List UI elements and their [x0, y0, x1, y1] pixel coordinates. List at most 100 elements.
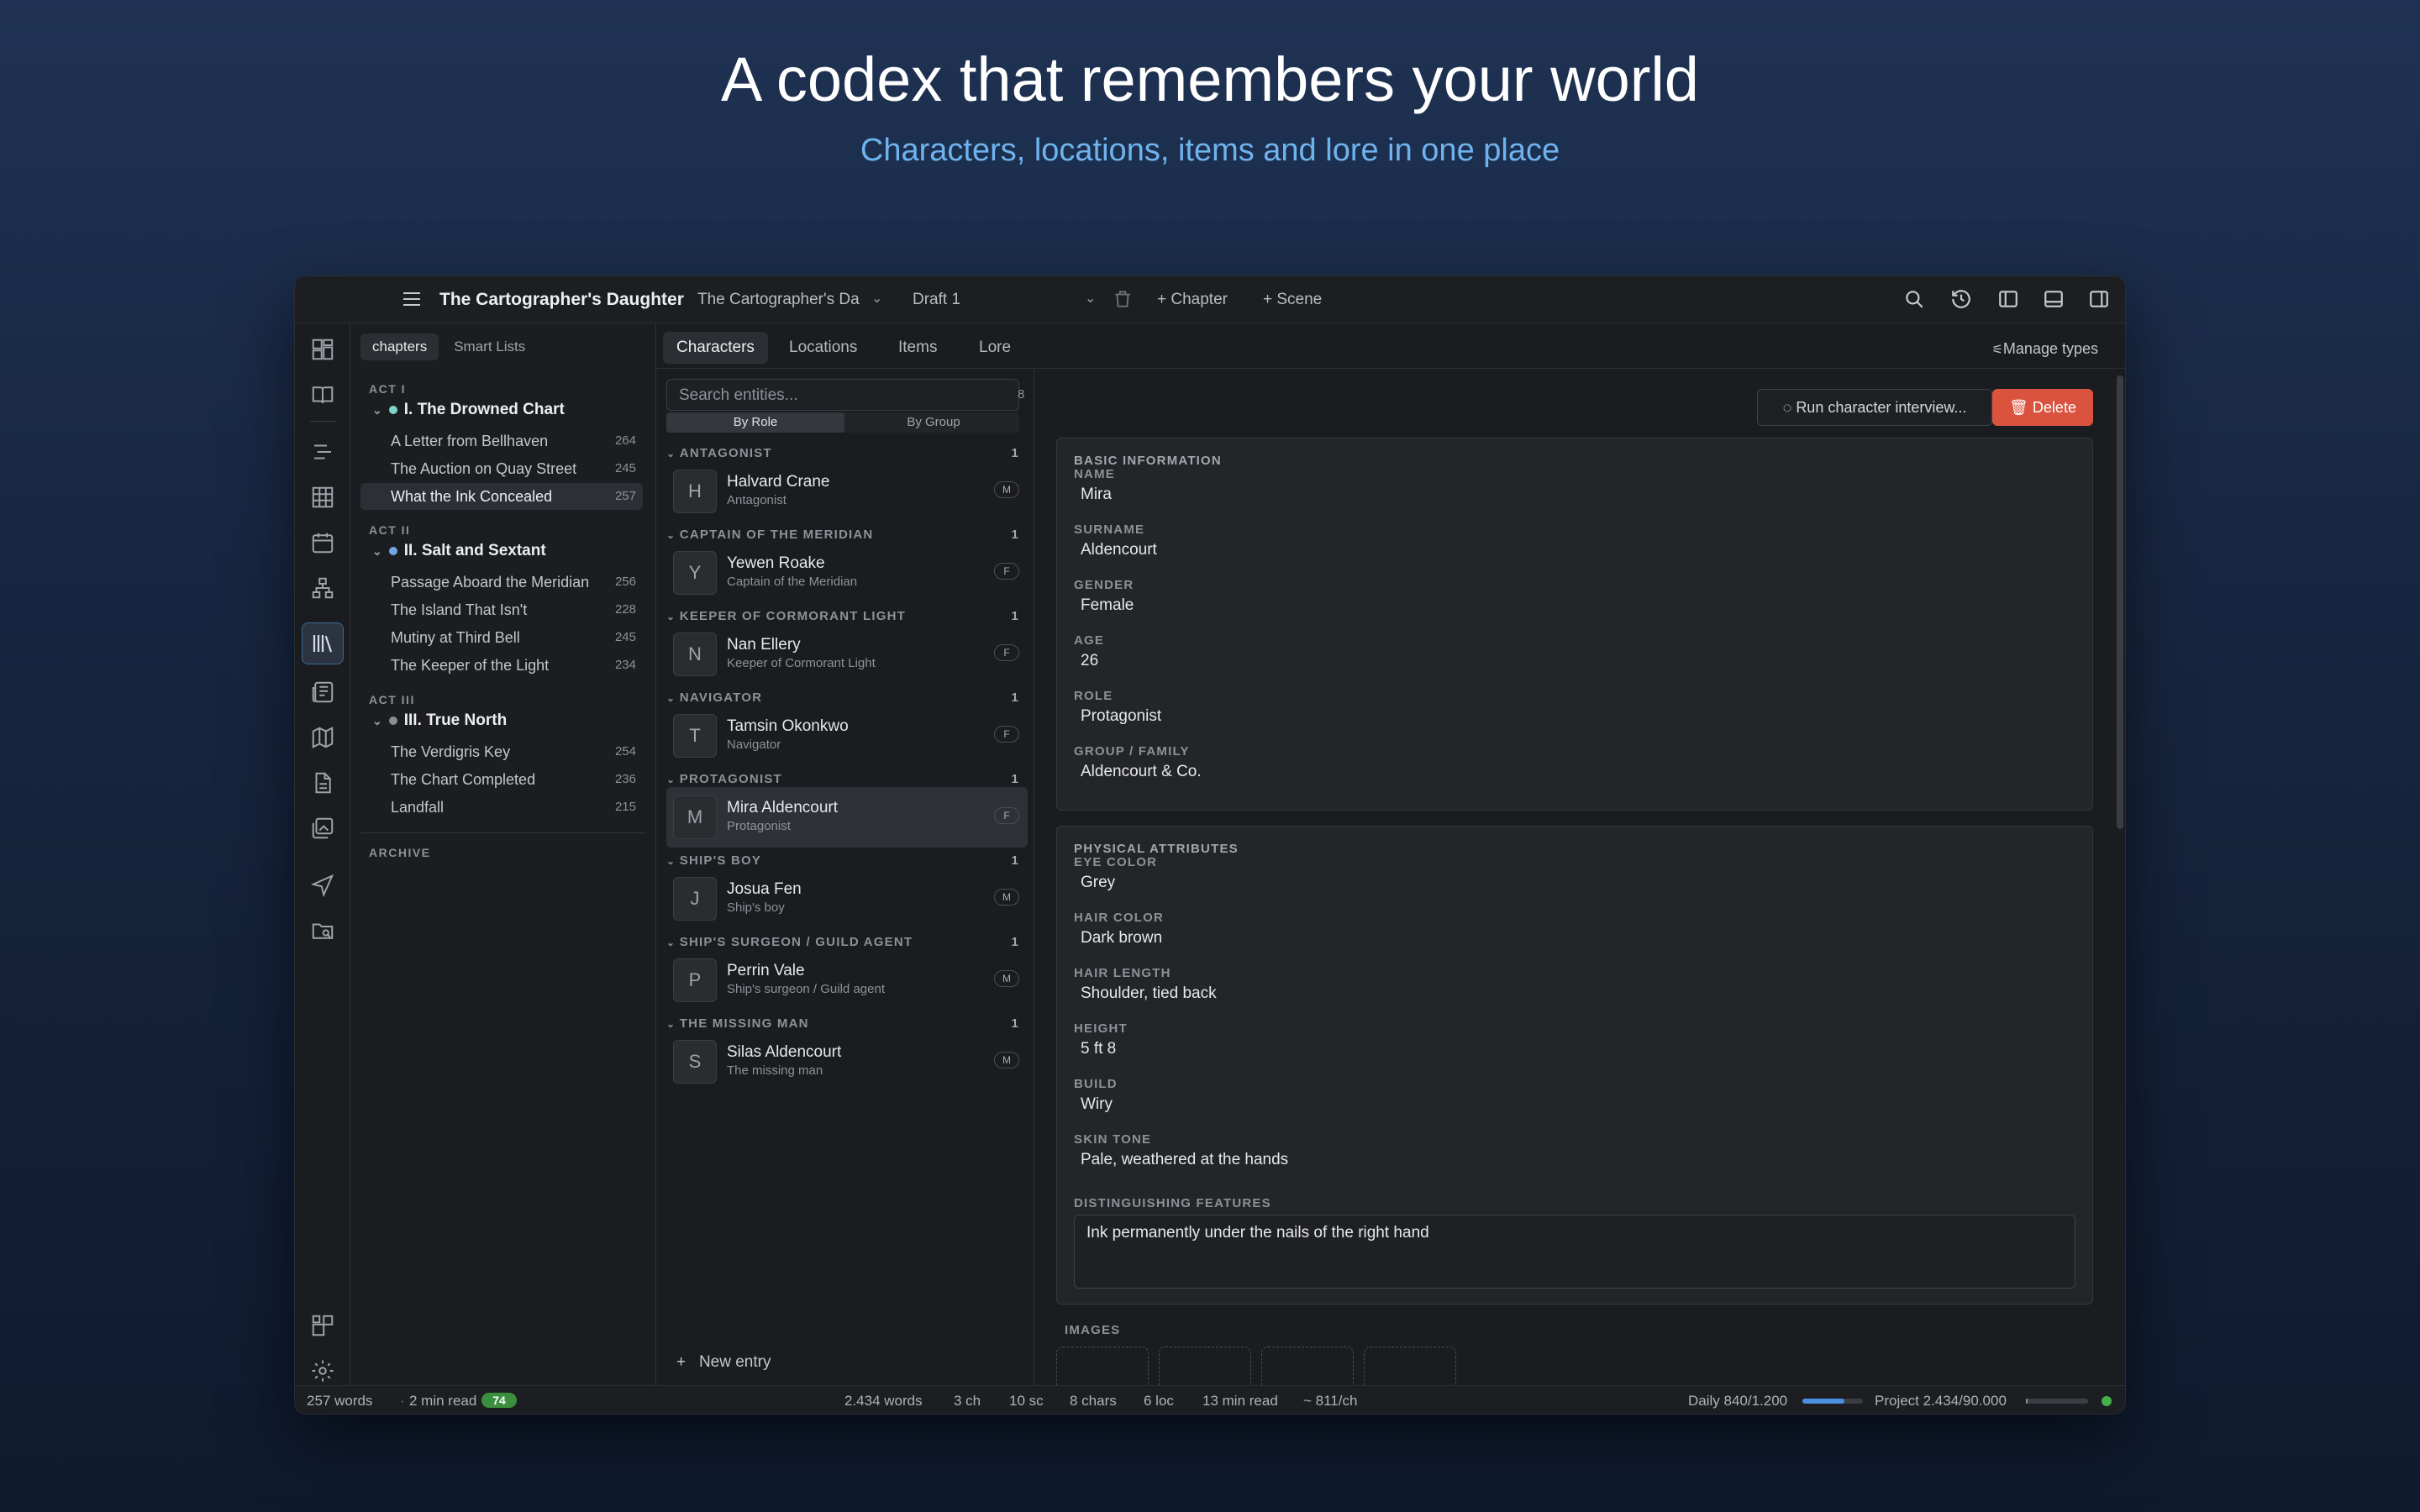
field-value[interactable]: Wiry [1081, 1095, 1113, 1114]
field-value[interactable]: Pale, weathered at the hands [1081, 1151, 1288, 1169]
add-image-slot[interactable] [1159, 1347, 1251, 1385]
calendar-icon[interactable] [310, 530, 335, 555]
folder-search-icon[interactable] [310, 918, 335, 943]
group-header[interactable]: ⌄ SHIP'S SURGEON / GUILD AGENT 1 [666, 935, 1019, 949]
group-header[interactable]: ⌄ ANTAGONIST 1 [666, 446, 1019, 460]
add-image-slot[interactable] [1056, 1347, 1149, 1385]
group-header[interactable]: ⌄ KEEPER OF CORMORANT LIGHT 1 [666, 609, 1019, 623]
field-value[interactable]: 26 [1081, 652, 1098, 670]
chevron-down-icon[interactable]: ⌄ [372, 403, 382, 417]
send-icon[interactable] [310, 873, 335, 898]
chapter-heading[interactable]: ⌄ II. Salt and Sextant [372, 542, 546, 560]
menu-icon[interactable] [401, 288, 423, 310]
document-icon[interactable] [310, 770, 335, 795]
chevron-down-icon[interactable]: ⌄ [666, 855, 680, 867]
chapter-heading[interactable]: ⌄ I. The Drowned Chart [372, 401, 565, 419]
trash-icon[interactable] [1112, 288, 1134, 310]
scene-item[interactable]: The Verdigris Key 254 [360, 738, 643, 765]
grid-icon[interactable] [310, 485, 335, 510]
entity-item[interactable]: M Mira Aldencourt Protagonist F [666, 787, 1028, 848]
scene-item[interactable]: Mutiny at Third Bell 245 [360, 624, 643, 651]
tab-locations[interactable]: Locations [776, 332, 871, 364]
paste-image-slot[interactable] [1261, 1347, 1354, 1385]
hierarchy-icon[interactable] [310, 575, 335, 601]
group-header[interactable]: ⌄ SHIP'S BOY 1 [666, 853, 1019, 868]
draft-select[interactable]: Draft 1 [913, 291, 960, 309]
new-entry-button[interactable]: + New entry [676, 1353, 771, 1372]
by-role-button[interactable]: By Role [666, 412, 844, 433]
group-header[interactable]: ⌄ PROTAGONIST 1 [666, 772, 1019, 786]
gallery-icon[interactable] [310, 816, 335, 841]
chevron-down-icon[interactable]: ⌄ [372, 714, 382, 728]
chevron-down-icon[interactable]: ⌄ [666, 692, 680, 704]
entity-item[interactable]: N Nan Ellery Keeper of Cormorant Light F [666, 624, 1028, 685]
field-value[interactable]: Female [1081, 596, 1134, 615]
search-input[interactable]: Search entities... [666, 379, 1019, 411]
scene-item[interactable]: The Keeper of the Light 234 [360, 652, 643, 679]
chevron-down-icon[interactable]: ⌄ [666, 1018, 680, 1030]
chevron-down-icon[interactable]: ⌄ [871, 290, 882, 307]
tab-chapters[interactable]: chapters [360, 333, 439, 360]
entity-item[interactable]: J Josua Fen Ship's boy M [666, 869, 1028, 929]
by-group-button[interactable]: By Group [844, 412, 1023, 433]
delete-button[interactable]: 🗑 Delete [1992, 389, 2093, 426]
scene-item-active[interactable]: What the Ink Concealed 257 [360, 483, 643, 510]
group-header[interactable]: ⌄ NAVIGATOR 1 [666, 690, 1019, 705]
tab-characters[interactable]: Characters [663, 332, 768, 364]
chevron-down-icon[interactable]: ⌄ [666, 529, 680, 541]
newspaper-icon[interactable] [310, 680, 335, 705]
scene-item[interactable]: The Island That Isn't 228 [360, 596, 643, 623]
entity-item[interactable]: P Perrin Vale Ship's surgeon / Guild agent… [666, 950, 1028, 1011]
library-icon[interactable] [310, 631, 335, 656]
scene-item[interactable]: A Letter from Bellhaven 264 [360, 428, 643, 454]
chevron-down-icon[interactable]: ⌄ [372, 544, 382, 559]
chevron-down-icon[interactable]: ⌄ [666, 448, 680, 459]
book-icon[interactable] [310, 382, 335, 407]
settings-icon[interactable] [310, 1358, 335, 1383]
history-icon[interactable] [1950, 288, 1972, 310]
dashboard-icon[interactable] [310, 337, 335, 362]
field-value[interactable]: Aldencourt [1081, 541, 1157, 559]
add-chapter-button[interactable]: + Chapter [1157, 291, 1228, 309]
chevron-down-icon[interactable]: ⌄ [1085, 290, 1096, 307]
tab-items[interactable]: Items [885, 332, 950, 364]
run-interview-button[interactable]: ◌ Run character interview... [1757, 389, 1992, 426]
manage-types-button[interactable]: ⚟Manage types [1991, 340, 2098, 358]
chevron-down-icon[interactable]: ⌄ [666, 774, 680, 785]
entity-item[interactable]: Y Yewen Roake Captain of the Meridian F [666, 543, 1028, 603]
bottom-panel-icon[interactable] [2043, 288, 2065, 310]
distinguishing-features-field[interactable]: Ink permanently under the nails of the r… [1074, 1215, 2075, 1289]
field-value[interactable]: Dark brown [1081, 929, 1162, 948]
book-select[interactable]: The Cartographer's Da [697, 291, 860, 309]
scrollbar[interactable] [2117, 375, 2123, 829]
entity-item[interactable]: S Silas Aldencourt The missing man M [666, 1032, 1028, 1092]
chevron-down-icon[interactable]: ⌄ [666, 611, 680, 622]
entity-item[interactable]: T Tamsin Okonkwo Navigator F [666, 706, 1028, 766]
field-value[interactable]: Mira [1081, 486, 1112, 504]
left-panel-icon[interactable] [1997, 288, 2019, 310]
field-value[interactable]: Grey [1081, 874, 1115, 892]
scene-item[interactable]: Landfall 215 [360, 794, 643, 821]
archive-label[interactable]: ARCHIVE [369, 846, 431, 859]
chapter-heading[interactable]: ⌄ III. True North [372, 711, 507, 730]
search-icon[interactable] [1903, 288, 1925, 310]
field-value[interactable]: Protagonist [1081, 707, 1161, 726]
field-value[interactable]: 5 ft 8 [1081, 1040, 1116, 1058]
outline-icon[interactable] [310, 439, 335, 465]
link-image-slot[interactable] [1364, 1347, 1456, 1385]
add-scene-button[interactable]: + Scene [1263, 291, 1322, 309]
chevron-down-icon[interactable]: ⌄ [666, 937, 680, 948]
add-widget-icon[interactable] [310, 1313, 335, 1338]
right-panel-icon[interactable] [2088, 288, 2110, 310]
scene-item[interactable]: The Chart Completed 236 [360, 766, 643, 793]
field-value[interactable]: Shoulder, tied back [1081, 984, 1217, 1003]
group-header[interactable]: ⌄ CAPTAIN OF THE MERIDIAN 1 [666, 528, 1019, 542]
scene-item[interactable]: Passage Aboard the Meridian 256 [360, 569, 643, 596]
tab-smart-lists[interactable]: Smart Lists [442, 333, 537, 360]
group-header[interactable]: ⌄ THE MISSING MAN 1 [666, 1016, 1019, 1031]
tab-lore[interactable]: Lore [965, 332, 1024, 364]
map-icon[interactable] [310, 725, 335, 750]
entity-item[interactable]: H Halvard Crane Antagonist M [666, 461, 1028, 522]
scene-item[interactable]: The Auction on Quay Street 245 [360, 455, 643, 482]
field-value[interactable]: Aldencourt & Co. [1081, 763, 1202, 781]
